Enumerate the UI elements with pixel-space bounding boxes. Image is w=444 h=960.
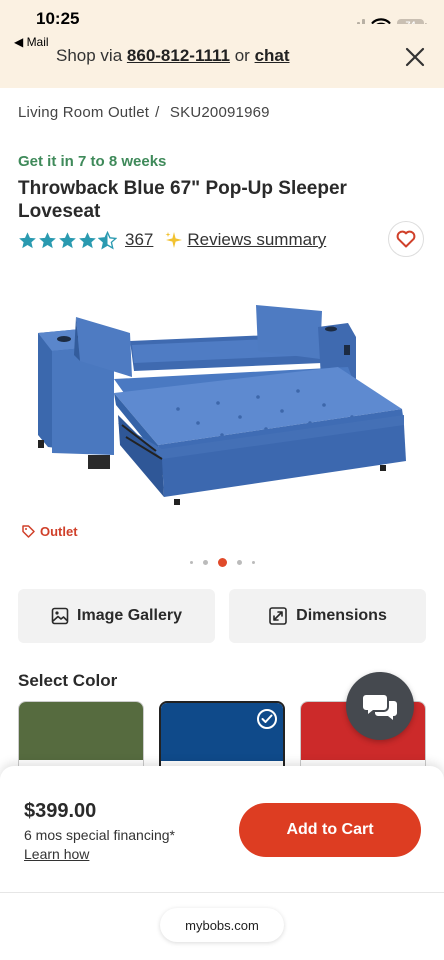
shop-or: or bbox=[234, 46, 250, 65]
star-icon bbox=[39, 231, 56, 248]
swatch-fill bbox=[19, 702, 143, 760]
select-color-heading: Select Color bbox=[18, 671, 118, 690]
carousel-dot-active[interactable] bbox=[217, 558, 227, 567]
outlet-tag: Outlet bbox=[22, 524, 78, 539]
carousel-dot[interactable] bbox=[251, 561, 255, 564]
divider bbox=[0, 892, 444, 893]
shop-banner-text: Shop via 860-812-1111 or chat bbox=[56, 46, 290, 66]
check-icon bbox=[257, 709, 277, 729]
review-count-link[interactable]: 367 bbox=[125, 230, 153, 250]
learn-how-link[interactable]: Learn how bbox=[24, 846, 89, 862]
chat-bubbles-icon bbox=[363, 695, 397, 720]
browser-url-bar[interactable]: mybobs.com bbox=[160, 908, 284, 942]
breadcrumb: Living Room Outlet / SKU20091969 bbox=[18, 104, 276, 121]
breadcrumb-sku: SKU20091969 bbox=[169, 104, 270, 121]
sparkle-icon bbox=[165, 232, 183, 248]
heart-icon bbox=[396, 230, 416, 248]
image-gallery-label: Image Gallery bbox=[77, 607, 182, 624]
breadcrumb-category[interactable]: Living Room Outlet bbox=[18, 104, 149, 121]
product-image[interactable] bbox=[18, 275, 426, 545]
outlet-label: Outlet bbox=[40, 524, 78, 539]
financing-text: 6 mos special financing* bbox=[24, 827, 175, 843]
close-icon[interactable] bbox=[404, 46, 426, 68]
product-title: Throwback Blue 67" Pop-Up Sleeper Lovese… bbox=[18, 178, 347, 222]
reviews-summary-link[interactable]: Reviews summary bbox=[187, 230, 326, 250]
shop-prefix: Shop via bbox=[56, 46, 123, 65]
dimensions-icon bbox=[269, 607, 287, 625]
image-gallery-button[interactable]: Image Gallery bbox=[18, 589, 215, 643]
carousel-dot[interactable] bbox=[189, 561, 193, 564]
image-carousel-dots[interactable] bbox=[0, 558, 444, 567]
star-rating[interactable] bbox=[18, 230, 117, 250]
carousel-dot[interactable] bbox=[236, 560, 242, 565]
delivery-estimate: Get it in 7 to 8 weeks bbox=[18, 153, 167, 170]
phone-link[interactable]: 860-812-1111 bbox=[127, 46, 230, 65]
shop-banner: ◀ Mail Shop via 860-812-1111 or chat bbox=[0, 24, 444, 88]
favorite-button[interactable] bbox=[388, 221, 424, 257]
carousel-dot[interactable] bbox=[202, 560, 208, 565]
star-icon bbox=[59, 231, 76, 248]
half-star-icon bbox=[98, 230, 117, 249]
dimensions-label: Dimensions bbox=[296, 607, 387, 624]
image-icon bbox=[51, 607, 69, 625]
chat-link[interactable]: chat bbox=[255, 46, 290, 65]
chat-button[interactable] bbox=[346, 672, 414, 740]
star-icon bbox=[19, 231, 36, 248]
price: $399.00 bbox=[24, 800, 97, 822]
star-icon bbox=[79, 231, 96, 248]
purchase-bar: $399.00 6 mos special financing* Learn h… bbox=[0, 766, 444, 960]
add-to-cart-button[interactable]: Add to Cart bbox=[239, 803, 421, 857]
back-to-mail-link[interactable]: ◀ Mail bbox=[14, 35, 49, 49]
rating-row: 367 Reviews summary bbox=[18, 228, 326, 252]
dimensions-button[interactable]: Dimensions bbox=[229, 589, 426, 643]
tag-icon bbox=[22, 525, 35, 538]
breadcrumb-separator: / bbox=[155, 104, 160, 121]
